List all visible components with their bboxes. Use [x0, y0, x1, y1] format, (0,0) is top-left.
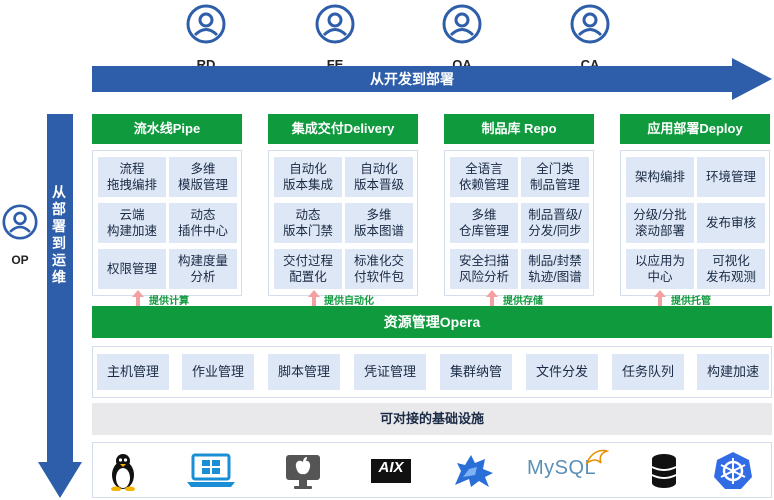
user-icon: [2, 204, 38, 240]
ops-item: 作业管理: [182, 354, 254, 390]
feature-cell: 发布审核: [697, 203, 765, 243]
feature-cell: 制品/封禁 轨迹/图谱: [521, 249, 589, 289]
role-op: OP: [2, 204, 38, 267]
ops-item: 集群纳管: [440, 354, 512, 390]
feature-cell: 云端 构建加速: [98, 203, 166, 243]
ops-item: 任务队列: [612, 354, 684, 390]
infrastructure-logos-row: AIX MySQL: [92, 442, 772, 498]
infrastructure-bar: 可对接的基础设施: [92, 403, 772, 435]
windows-laptop-icon: [187, 453, 235, 487]
up-arrow-icon: [308, 290, 320, 307]
deploy-to-ops-arrow: [38, 114, 82, 498]
apple-mac-icon: [286, 455, 320, 489]
resource-features-row: 主机管理 作业管理 脚本管理 凭证管理 集群纳管 文件分发 任务队列 构建加速: [92, 346, 772, 398]
feature-cell: 多维 版本图谱: [345, 203, 413, 243]
repo-panel: 制品库 Repo 全语言 依赖管理 全门类 制品管理 多维 仓库管理 制品晋级/分发/…: [444, 114, 594, 296]
feature-cell: 安全扫描 风险分析: [450, 249, 518, 289]
feature-cell: 动态 插件中心: [169, 203, 237, 243]
feature-cell: 多维 仓库管理: [450, 203, 518, 243]
linux-penguin-icon: [111, 454, 135, 491]
panel-title: 制品库 Repo: [444, 114, 594, 144]
feature-cell: 动态 版本门禁: [274, 203, 342, 243]
deploy-panel: 应用部署Deploy 架构编排 环境管理 分级/分批 滚动部署 发布审核 以应用为…: [620, 114, 770, 296]
aix-logo-text: AIX: [378, 459, 404, 476]
user-icon: [315, 4, 355, 44]
panel-title: 集成交付Delivery: [268, 114, 418, 144]
kubernetes-helm-icon: [714, 452, 752, 489]
provides-storage-label: 提供存储: [503, 296, 543, 307]
provides-hosting-label: 提供托管: [671, 296, 711, 307]
panel-body: 架构编排 环境管理 分级/分批 滚动部署 发布审核 以应用为 中心 可视化 发布观测: [620, 150, 770, 296]
feature-cell: 多维 模版管理: [169, 157, 237, 197]
user-icon: [570, 4, 610, 44]
provides-compute-label: 提供计算: [149, 296, 189, 307]
feature-cell: 构建度量 分析: [169, 249, 237, 289]
feature-cell: 环境管理: [697, 157, 765, 197]
kylin-icon: [455, 455, 493, 487]
delivery-panel: 集成交付Delivery 自动化 版本集成 自动化 版本晋级 动态 版本门禁 多维 版本…: [268, 114, 418, 296]
ops-item: 凭证管理: [354, 354, 426, 390]
provides-automation-label: 提供自动化: [324, 296, 374, 307]
user-icon: [186, 4, 226, 44]
up-arrow-icon: [654, 290, 666, 307]
ops-item: 文件分发: [526, 354, 598, 390]
role-label: OP: [11, 253, 29, 267]
feature-cell: 自动化 版本集成: [274, 157, 342, 197]
feature-cell: 全语言 依赖管理: [450, 157, 518, 197]
feature-cell: 以应用为 中心: [626, 249, 694, 289]
panel-title: 应用部署Deploy: [620, 114, 770, 144]
dev-to-deploy-label: 从开发到部署: [370, 71, 454, 87]
up-arrow-icon: [132, 290, 144, 307]
feature-cell: 分级/分批 滚动部署: [626, 203, 694, 243]
feature-cell: 权限管理: [98, 249, 166, 289]
panel-body: 流程 拖拽编排 多维 模版管理 云端 构建加速 动态 插件中心 权限管理 构建度量 分析: [92, 150, 242, 296]
up-arrow-icon: [486, 290, 498, 307]
feature-cell: 流程 拖拽编排: [98, 157, 166, 197]
feature-cell: 全门类 制品管理: [521, 157, 589, 197]
ops-item: 脚本管理: [268, 354, 340, 390]
ops-item: 主机管理: [97, 354, 169, 390]
feature-cell: 可视化 发布观测: [697, 249, 765, 289]
deploy-to-ops-label: 从 部 署 到 运 维: [52, 184, 66, 285]
resource-management-bar: 资源管理Opera: [92, 306, 772, 338]
feature-cell: 交付过程 配置化: [274, 249, 342, 289]
feature-cell: 架构编排: [626, 157, 694, 197]
pipeline-panel: 流水线Pipe 流程 拖拽编排 多维 模版管理 云端 构建加速 动态 插件中心 权限管理…: [92, 114, 242, 296]
mysql-dolphin-icon: [585, 449, 609, 465]
ops-item: 构建加速: [697, 354, 769, 390]
feature-cell: 制品晋级/分发/同步: [521, 203, 589, 243]
panel-body: 全语言 依赖管理 全门类 制品管理 多维 仓库管理 制品晋级/分发/同步 安全扫描 风险…: [444, 150, 594, 296]
feature-cell: 标准化交 付软件包: [345, 249, 413, 289]
feature-cell: 自动化 版本晋级: [345, 157, 413, 197]
database-icon: [651, 454, 677, 488]
panel-body: 自动化 版本集成 自动化 版本晋级 动态 版本门禁 多维 版本图谱 交付过程 配置化 标准…: [268, 150, 418, 296]
user-icon: [442, 4, 482, 44]
panel-title: 流水线Pipe: [92, 114, 242, 144]
